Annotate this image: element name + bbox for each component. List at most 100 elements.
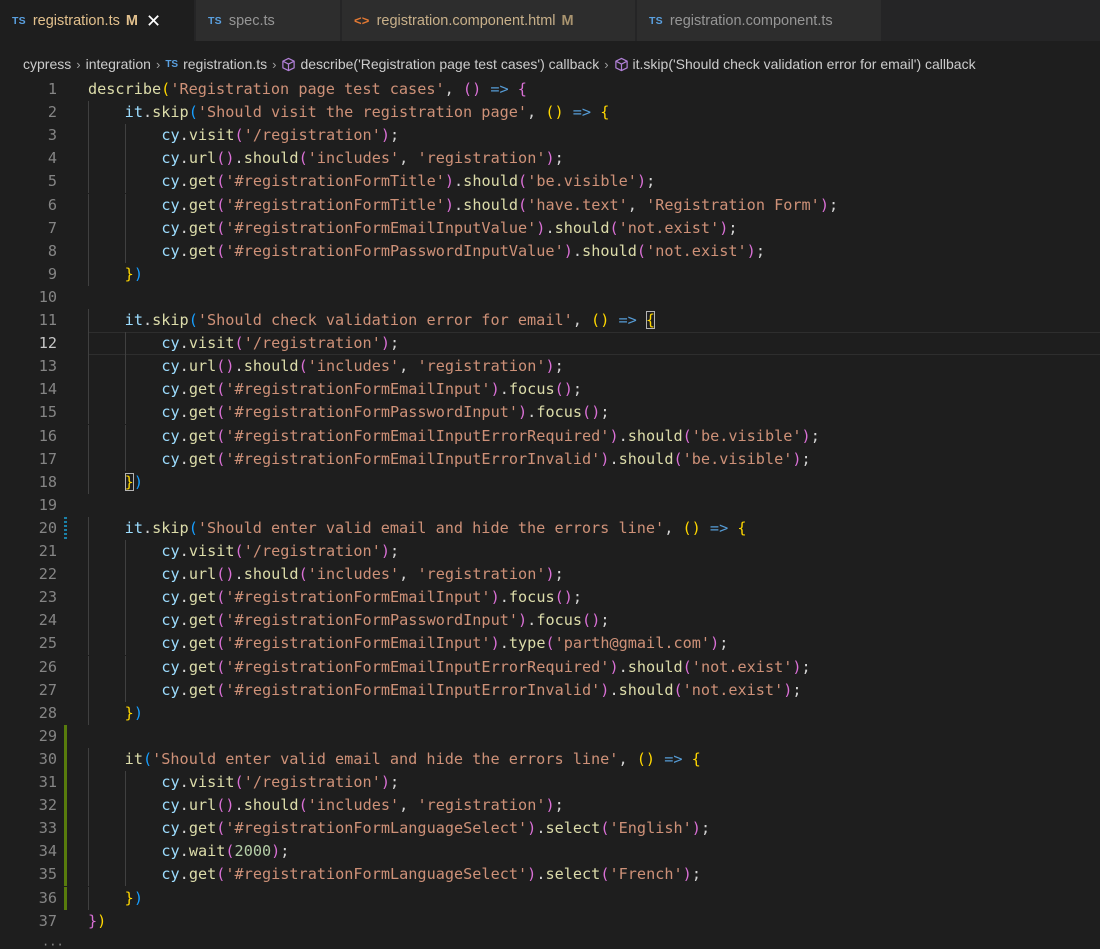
line-number[interactable]: 8 — [0, 240, 57, 263]
code-line-content[interactable]: cy.get('#registrationFormTitle').should(… — [88, 170, 1100, 194]
code-line-content[interactable]: cy.get('#registrationFormPasswordInput')… — [88, 609, 1100, 633]
line-number[interactable]: 29 — [0, 725, 57, 748]
tab-registration-component-html[interactable]: <> registration.component.html M — [342, 0, 636, 41]
code-line[interactable]: 13 cy.url().should('includes', 'registrat… — [0, 355, 1100, 379]
code-line[interactable]: 24 cy.get('#registrationFormPasswordInput… — [0, 609, 1100, 633]
code-line-content[interactable]: cy.get('#registrationFormTitle').should(… — [88, 193, 1100, 217]
git-added-marker[interactable] — [64, 840, 67, 864]
git-added-marker[interactable] — [64, 747, 67, 771]
line-number[interactable]: 12 — [0, 332, 57, 355]
code-line-content[interactable]: cy.get ('#registrationFormLanguageSelect'… — [88, 863, 1100, 887]
code-line[interactable]: 9}) — [0, 262, 1100, 286]
code-line[interactable]: 31 cy.visit('/registration'); — [0, 771, 1100, 795]
code-line[interactable]: 28}) — [0, 701, 1100, 725]
git-added-marker[interactable] — [64, 863, 67, 887]
git-modified-marker[interactable] — [64, 516, 67, 540]
line-number[interactable]: 9 — [0, 263, 57, 286]
breadcrumb-item-file[interactable]: TS registration.ts — [165, 56, 267, 72]
line-number[interactable]: 13 — [0, 355, 57, 378]
code-line-content[interactable]: }) — [88, 910, 1100, 933]
line-number[interactable]: 20 — [0, 517, 57, 540]
code-line[interactable]: 10 — [0, 286, 1100, 309]
code-line[interactable]: 5 cy.get('#registrationFormTitle').should… — [0, 170, 1100, 194]
code-line[interactable]: 29 — [0, 724, 1100, 748]
line-number[interactable]: 23 — [0, 586, 57, 609]
line-number[interactable]: 24 — [0, 609, 57, 632]
code-line[interactable]: 27 cy.get('#registrationFormEmailInputErr… — [0, 678, 1100, 702]
code-line[interactable]: 25 cy.get('#registrationFormEmailInput').… — [0, 632, 1100, 656]
code-line[interactable]: 36}) — [0, 886, 1100, 910]
line-number[interactable]: 18 — [0, 471, 57, 494]
line-number[interactable]: 7 — [0, 217, 57, 240]
breadcrumb-item-it-skip[interactable]: it.skip('Should check validation error f… — [614, 56, 976, 72]
line-number[interactable]: 26 — [0, 656, 57, 679]
code-line-content[interactable]: it.skip('Should visit the registration p… — [88, 101, 1100, 125]
code-line[interactable]: 7 cy.get('#registrationFormEmailInputValu… — [0, 216, 1100, 240]
breadcrumb-item-cypress[interactable]: cypress — [23, 56, 71, 72]
code-line[interactable]: 19 — [0, 494, 1100, 517]
line-number[interactable]: 37 — [0, 910, 57, 933]
git-added-marker[interactable] — [64, 724, 67, 748]
code-line-content[interactable]: cy.url().should('includes', 'registratio… — [88, 794, 1100, 818]
code-line-content[interactable]: it.skip('Should check validation error f… — [88, 309, 1100, 333]
line-number[interactable]: 15 — [0, 401, 57, 424]
code-editor[interactable]: 1 describe('Registration page test cases'… — [0, 76, 1100, 949]
code-line[interactable]: 20 it.skip('Should enter valid email and … — [0, 516, 1100, 540]
code-line[interactable]: 6 cy.get('#registrationFormTitle').should… — [0, 193, 1100, 217]
line-number[interactable]: 32 — [0, 794, 57, 817]
line-number[interactable]: 4 — [0, 147, 57, 170]
tab-spec-ts[interactable]: TS spec.ts — [196, 0, 341, 41]
code-line[interactable]: 21 cy.visit('/registration'); — [0, 540, 1100, 564]
code-line-content[interactable]: cy.get('#registrationFormPasswordInput')… — [88, 401, 1100, 425]
code-line-content[interactable]: cy.url().should('includes', 'registratio… — [88, 355, 1100, 379]
line-number[interactable]: 2 — [0, 101, 57, 124]
tab-registration-ts[interactable]: TS registration.ts M ✕ — [0, 0, 195, 41]
line-number[interactable]: 16 — [0, 425, 57, 448]
code-line[interactable]: 11 it.skip('Should check validation error… — [0, 309, 1100, 333]
code-line-content[interactable]: }) — [88, 470, 1100, 494]
code-line-content[interactable]: cy.visit('/registration'); — [88, 124, 1100, 148]
code-line-content[interactable]: cy.get ('#registrationFormLanguageSelect'… — [88, 817, 1100, 841]
tab-registration-component-ts[interactable]: TS registration.component.ts — [637, 0, 882, 41]
code-line-content[interactable]: cy.get('#registrationFormEmailInputError… — [88, 678, 1100, 702]
code-line[interactable]: 18}) — [0, 470, 1100, 494]
code-line-content[interactable]: it.skip('Should enter valid email and hi… — [88, 516, 1100, 540]
line-number[interactable]: 33 — [0, 817, 57, 840]
code-line[interactable]: 30 it('Should enter valid email and hide … — [0, 747, 1100, 771]
line-number[interactable]: 3 — [0, 124, 57, 147]
code-line[interactable]: 1 describe('Registration page test cases'… — [0, 78, 1100, 101]
code-line[interactable]: 16 cy.get('#registrationFormEmailInputErr… — [0, 424, 1100, 448]
code-line-content[interactable]: cy.get('#registrationFormEmailInputError… — [88, 424, 1100, 448]
code-line-content[interactable]: cy.get('#registrationFormEmailInput').fo… — [88, 378, 1100, 402]
git-added-marker[interactable] — [64, 886, 67, 910]
code-line-content[interactable]: cy.visit('/registration'); — [88, 771, 1100, 795]
code-line-content[interactable]: cy.wait(2000); — [88, 840, 1100, 864]
line-number[interactable]: 21 — [0, 540, 57, 563]
code-line-content[interactable]: cy.get('#registrationFormEmailInput').ty… — [88, 632, 1100, 656]
code-line[interactable]: 3 cy.visit('/registration'); — [0, 124, 1100, 148]
code-line[interactable]: 14 cy.get('#registrationFormEmailInput').… — [0, 378, 1100, 402]
git-added-marker[interactable] — [64, 817, 67, 841]
code-line-content[interactable]: cy.get('#registrationFormEmailInputError… — [88, 655, 1100, 679]
code-line[interactable]: 15 cy.get('#registrationFormPasswordInput… — [0, 401, 1100, 425]
breadcrumb-item-describe[interactable]: describe('Registration page test cases')… — [281, 56, 599, 72]
line-number[interactable]: 6 — [0, 194, 57, 217]
code-line-content[interactable]: }) — [88, 886, 1100, 910]
code-line[interactable]: 37}) — [0, 910, 1100, 933]
git-added-marker[interactable] — [64, 794, 67, 818]
line-number[interactable]: 28 — [0, 702, 57, 725]
line-number[interactable]: 10 — [0, 286, 57, 309]
code-line[interactable]: 4 cy.url().should('includes', 'registrati… — [0, 147, 1100, 171]
code-line[interactable]: 2 it.skip('Should visit the registration … — [0, 101, 1100, 125]
line-number[interactable]: 27 — [0, 679, 57, 702]
code-line[interactable]: 34 cy.wait(2000); — [0, 840, 1100, 864]
code-line[interactable]: 26 cy.get('#registrationFormEmailInputErr… — [0, 655, 1100, 679]
line-number[interactable]: 19 — [0, 494, 57, 517]
code-line[interactable]: 33 cy.get ('#registrationFormLanguageSelec… — [0, 817, 1100, 841]
code-line[interactable]: 8 cy.get('#registrationFormPasswordInputV… — [0, 239, 1100, 263]
line-number[interactable]: 5 — [0, 170, 57, 193]
code-line-content[interactable]: cy.get('#registrationFormEmailInputValue… — [88, 216, 1100, 240]
line-number[interactable]: 35 — [0, 863, 57, 886]
code-line-content[interactable]: it('Should enter valid email and hide th… — [88, 747, 1100, 771]
code-line[interactable]: 32 cy.url().should('includes', 'registrat… — [0, 794, 1100, 818]
